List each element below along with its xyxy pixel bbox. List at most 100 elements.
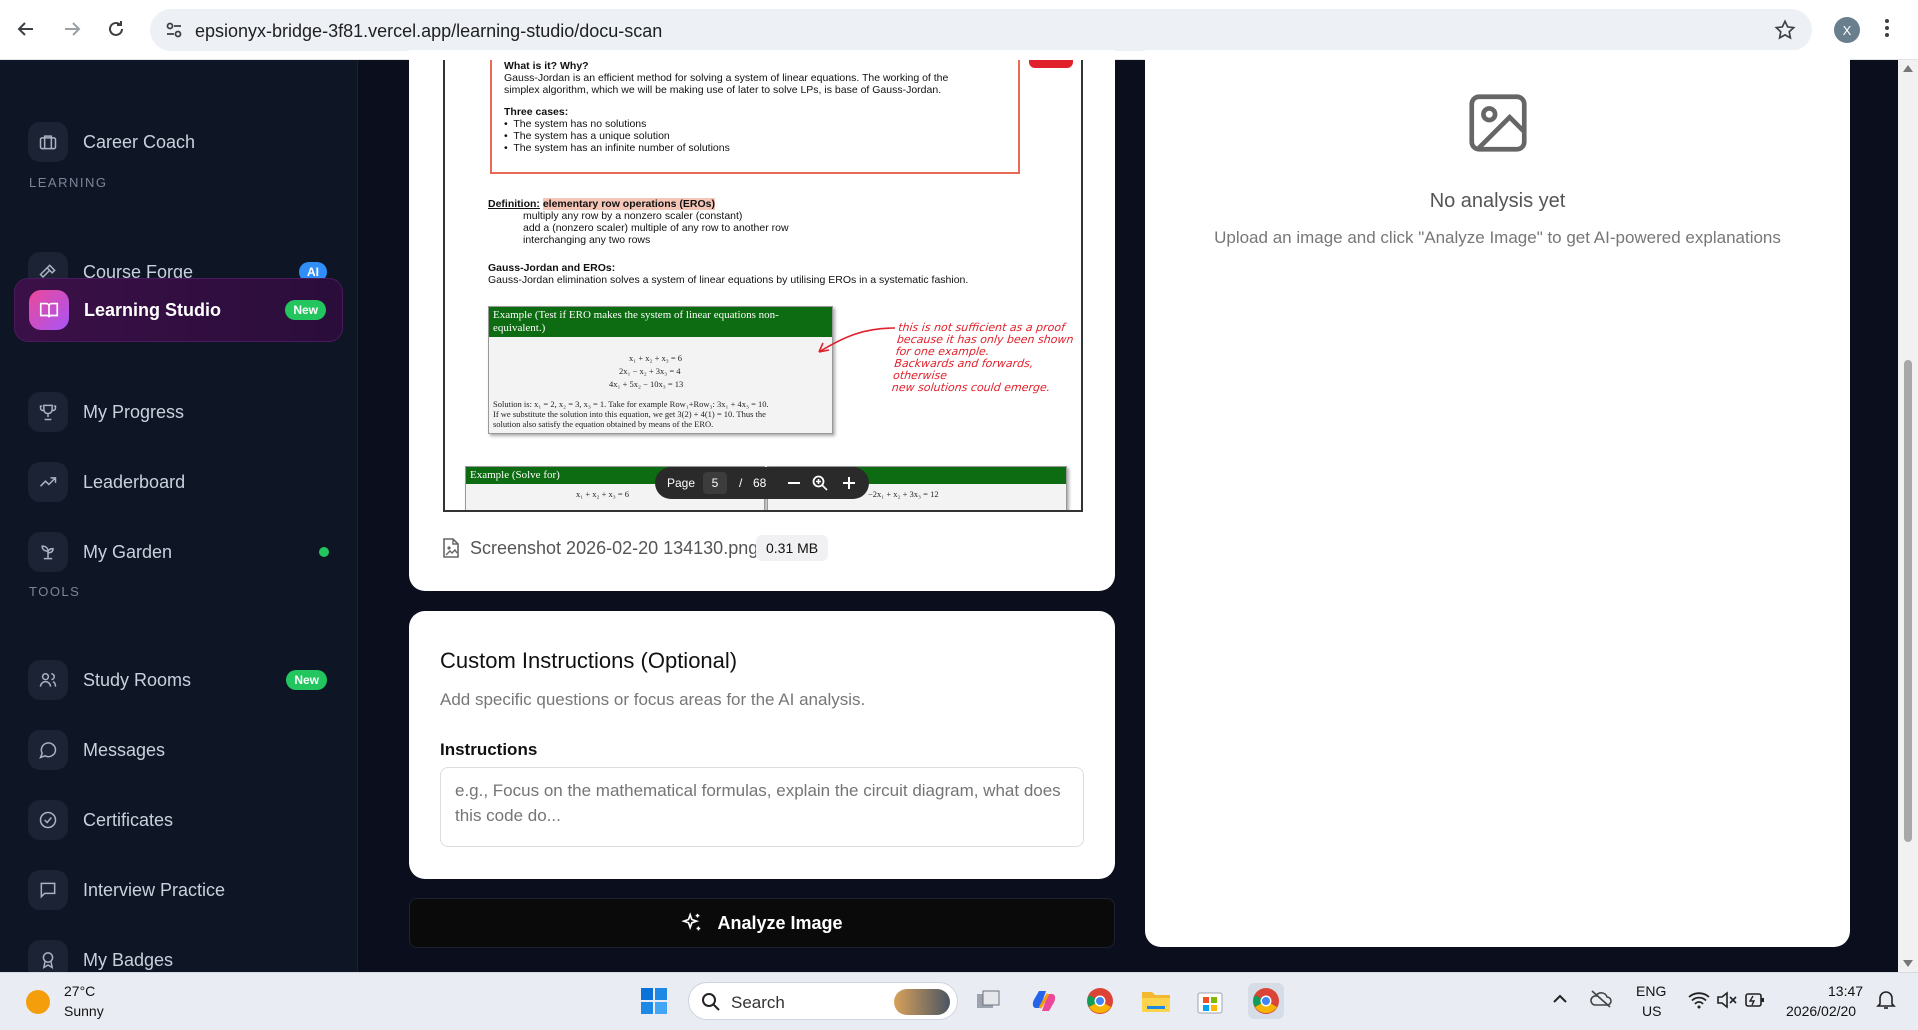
handwritten-note: this is not sufficient as a proof becaus… xyxy=(891,321,1075,394)
doc-definition-item: multiply any row by a nonzero scaler (co… xyxy=(523,210,743,222)
sidebar-item-label: Learning Studio xyxy=(84,299,221,320)
sidebar-item-certificates[interactable]: Certificates xyxy=(14,788,343,852)
analyze-image-label: Analyze Image xyxy=(717,912,843,933)
instructions-textarea[interactable] xyxy=(440,767,1084,847)
sun-weather-icon[interactable] xyxy=(26,990,50,1014)
sparkles-icon xyxy=(681,912,701,931)
taskbar-search[interactable]: Search xyxy=(688,982,958,1020)
page-label: Page xyxy=(667,476,696,490)
page-scrollbar[interactable] xyxy=(1898,60,1918,972)
file-size-badge: 0.31 MB xyxy=(756,535,829,561)
users-icon xyxy=(28,660,68,700)
sidebar-item-label: Study Rooms xyxy=(83,669,192,690)
doc-what-heading: What is it? Why? xyxy=(504,60,589,72)
sidebar-item-label: Leaderboard xyxy=(83,471,186,492)
message-circle-icon xyxy=(28,730,68,770)
reload-icon[interactable] xyxy=(101,14,131,44)
image-placeholder-icon xyxy=(1463,88,1533,163)
doc-example-eq: x₁ + x₂ + x₃ = 6 xyxy=(629,353,683,363)
doc-gj-heading: Gauss-Jordan and EROs: xyxy=(488,262,616,274)
microsoft-store-icon[interactable] xyxy=(1192,983,1228,1019)
clock-date[interactable]: 2026/02/20 xyxy=(1786,1003,1856,1019)
doc-cases-heading: Three cases: xyxy=(504,106,569,118)
scroll-down-icon[interactable] xyxy=(1903,960,1913,968)
sidebar-item-my-progress[interactable]: My Progress xyxy=(14,380,343,444)
sidebar-item-learning-studio[interactable]: Learning Studio New xyxy=(14,278,343,342)
sidebar-item-label: Interview Practice xyxy=(83,879,226,900)
sidebar-item-label: Certificates xyxy=(83,809,174,830)
zoom-in-icon[interactable] xyxy=(841,474,857,495)
section-title-learning: LEARNING xyxy=(29,175,108,190)
analyze-image-button[interactable]: Analyze Image xyxy=(409,898,1115,948)
sidebar: Career Coach LEARNING Course Forge AI Le… xyxy=(0,60,358,980)
wifi-icon[interactable] xyxy=(1688,991,1710,1014)
section-title-tools: TOOLS xyxy=(29,584,81,599)
file-name: Screenshot 2026-02-20 134130.png xyxy=(470,538,759,558)
site-info-icon[interactable] xyxy=(164,20,184,45)
online-status-dot xyxy=(319,547,329,557)
search-icon xyxy=(702,993,720,1011)
doc-example3-eq: −2x₁ + x₂ + 3x₃ = 12 xyxy=(868,489,939,499)
pdf-page-controls: Page 5 / 68 xyxy=(655,467,869,499)
doc-example-solution: If we substitute the solution into this … xyxy=(493,409,766,419)
sidebar-item-label: My Badges xyxy=(83,949,174,970)
sidebar-item-leaderboard[interactable]: Leaderboard xyxy=(14,450,343,514)
sidebar-item-study-rooms[interactable]: Study Rooms New xyxy=(14,648,343,712)
sidebar-item-my-garden[interactable]: My Garden xyxy=(14,520,343,584)
book-open-icon xyxy=(29,290,69,330)
zoom-out-icon[interactable] xyxy=(786,474,802,495)
sidebar-item-career-coach[interactable]: Career Coach xyxy=(14,110,343,174)
doc-what-body-2: simplex algorithm, which we will be maki… xyxy=(504,84,942,96)
profile-avatar[interactable]: X xyxy=(1834,17,1860,43)
chrome-app-icon[interactable] xyxy=(1082,983,1118,1019)
page-number-input[interactable]: 5 xyxy=(703,472,727,494)
doc-definition-item: add a (nonzero scaler) multiple of any r… xyxy=(523,222,789,234)
doc-example-solution: Solution is: x₁ = 2, x₂ = 3, x₃ = 1. Tak… xyxy=(493,399,769,409)
new-badge: New xyxy=(285,300,326,320)
weather-desc[interactable]: Sunny xyxy=(64,1003,104,1019)
scrollbar-thumb[interactable] xyxy=(1904,360,1912,842)
doc-example-eq: 2x₁ − x₂ + 3x₃ = 4 xyxy=(619,366,681,376)
file-explorer-icon[interactable] xyxy=(1138,983,1174,1019)
notification-bell-icon[interactable] xyxy=(1876,989,1896,1016)
briefcase-icon xyxy=(28,122,68,162)
doc-what-body-1: Gauss-Jordan is an efficient method for … xyxy=(504,72,949,84)
zoom-fit-icon[interactable] xyxy=(811,474,829,495)
volume-muted-icon[interactable] xyxy=(1716,991,1738,1014)
weather-temp[interactable]: 27°C xyxy=(64,983,95,999)
sprout-icon xyxy=(28,532,68,572)
battery-icon[interactable] xyxy=(1744,991,1766,1014)
page-total: 68 xyxy=(753,476,767,490)
trophy-icon xyxy=(28,392,68,432)
doc-case-item: • The system has no solutions xyxy=(504,118,647,130)
clock-time[interactable]: 13:47 xyxy=(1828,983,1863,999)
no-analysis-text: Upload an image and click "Analyze Image… xyxy=(1214,228,1781,247)
doc-gj-body: Gauss-Jordan elimination solves a system… xyxy=(488,274,969,286)
task-view-icon[interactable] xyxy=(970,983,1006,1019)
browser-menu-icon[interactable] xyxy=(1884,16,1890,45)
region-code[interactable]: US xyxy=(1642,1003,1661,1019)
chrome-active-icon[interactable] xyxy=(1248,983,1284,1019)
no-analysis-title: No analysis yet xyxy=(1429,190,1566,212)
back-icon[interactable] xyxy=(11,14,41,44)
forward-icon[interactable] xyxy=(57,14,87,44)
language-code[interactable]: ENG xyxy=(1636,983,1666,999)
url-text[interactable]: epsionyx-bridge-3f81.vercel.app/learning… xyxy=(195,21,662,42)
instructions-subtitle: Add specific questions or focus areas fo… xyxy=(440,690,866,709)
scroll-up-icon[interactable] xyxy=(1903,64,1913,72)
windows-start-icon[interactable] xyxy=(636,983,672,1019)
address-bar[interactable]: epsionyx-bridge-3f81.vercel.app/learning… xyxy=(150,9,1812,51)
cloud-off-icon[interactable] xyxy=(1590,989,1612,1014)
instructions-title: Custom Instructions (Optional) xyxy=(440,648,738,673)
sidebar-item-interview-practice[interactable]: Interview Practice xyxy=(14,858,343,922)
analysis-result-card: No analysis yet Upload an image and clic… xyxy=(1145,50,1850,947)
file-image-icon xyxy=(442,538,460,563)
sidebar-item-messages[interactable]: Messages xyxy=(14,718,343,782)
doc-case-item: • The system has an infinite number of s… xyxy=(504,142,730,154)
show-hidden-icons-chevron[interactable] xyxy=(1552,991,1568,1010)
copilot-icon[interactable] xyxy=(1026,983,1062,1019)
page-separator: / xyxy=(739,476,743,490)
bookmark-star-icon[interactable] xyxy=(1774,19,1796,46)
document-preview[interactable]: What is it? Why? Gauss-Jordan is an effi… xyxy=(443,60,1083,512)
search-label: Search xyxy=(731,993,785,1012)
